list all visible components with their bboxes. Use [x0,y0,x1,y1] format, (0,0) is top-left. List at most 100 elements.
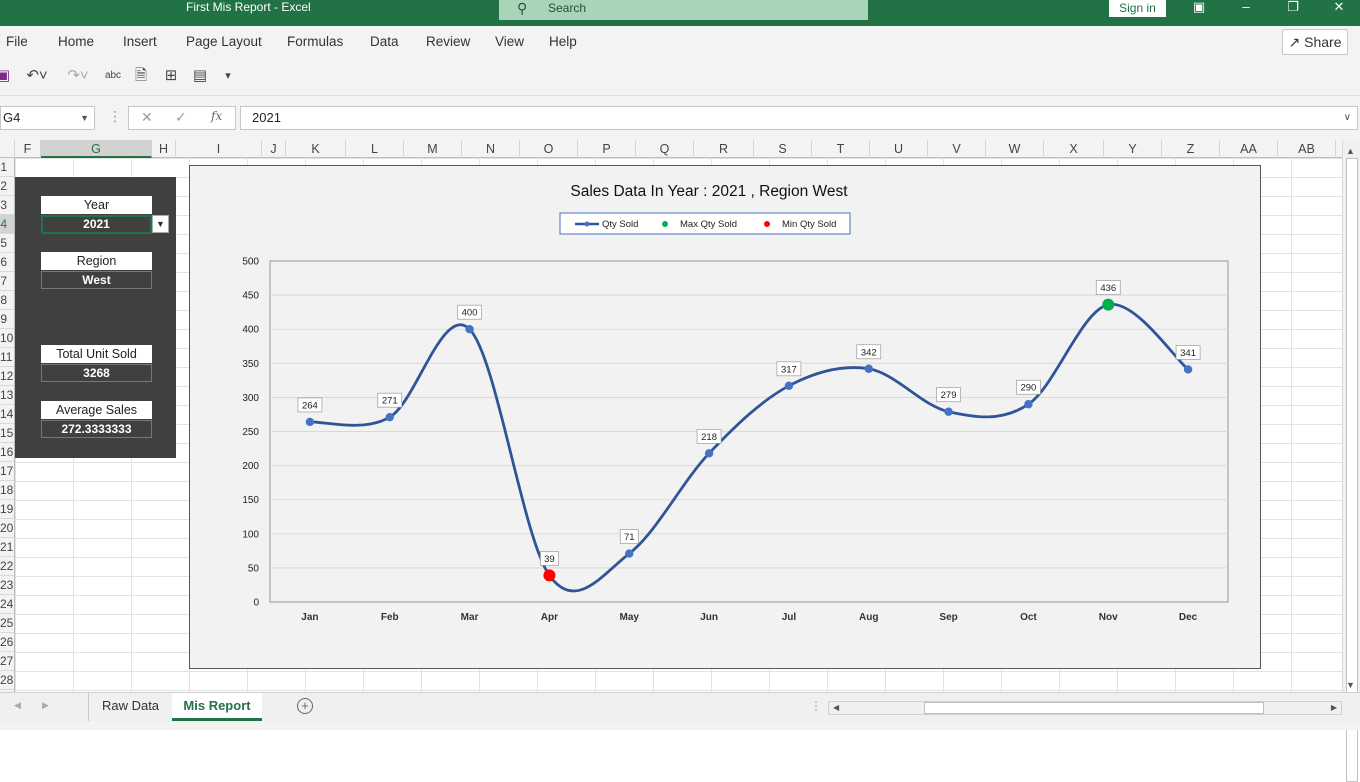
next-sheet-icon[interactable]: ▶ [42,700,49,711]
tab-page-layout[interactable]: Page Layout [186,34,262,49]
column-header[interactable]: K [286,140,346,158]
vertical-scrollbar[interactable]: ▲ ▼ [1342,140,1360,782]
expand-formula-icon[interactable]: ∨ [1344,107,1351,129]
tab-home[interactable]: Home [58,34,94,49]
column-header[interactable]: AB [1278,140,1336,158]
tab-formulas[interactable]: Formulas [287,34,343,49]
column-header[interactable]: N [462,140,520,158]
column-header[interactable]: F [15,140,41,158]
redo-icon[interactable]: ↷˅ [63,66,93,86]
scroll-left-icon[interactable]: ◀ [833,703,839,712]
borders-icon[interactable]: ⊞ [162,66,180,86]
search-box[interactable]: ⚲ Search [499,0,868,20]
tab-insert[interactable]: Insert [123,34,157,49]
name-box[interactable]: G4 ▼ [0,106,95,130]
column-header[interactable]: W [986,140,1044,158]
sheet-tab-mis-report[interactable]: Mis Report [172,693,262,721]
column-header[interactable]: Q [636,140,694,158]
region-value-cell[interactable]: West [41,271,152,289]
row-header[interactable]: 28 [0,671,14,690]
sign-in-button[interactable]: Sign in [1109,0,1166,17]
row-header[interactable]: 4 [0,215,14,234]
row-header[interactable]: 12 [0,367,14,386]
tab-data[interactable]: Data [370,34,399,49]
customize-toolbar-icon[interactable]: ▾ [222,66,234,86]
average-sales-value[interactable]: 272.3333333 [41,420,152,438]
column-header[interactable]: G [41,140,152,158]
restore-icon[interactable]: ❐ [1282,0,1304,16]
row-header[interactable]: 23 [0,576,14,595]
row-header[interactable]: 21 [0,538,14,557]
row-header[interactable]: 8 [0,291,14,310]
row-header[interactable]: 20 [0,519,14,538]
column-header[interactable]: O [520,140,578,158]
ribbon-display-icon[interactable]: ▣ [1188,0,1210,16]
row-header[interactable]: 13 [0,386,14,405]
column-header[interactable]: J [262,140,286,158]
column-header[interactable]: S [754,140,812,158]
column-header[interactable]: I [176,140,262,158]
year-value-cell[interactable]: 2021 [41,215,152,234]
row-header[interactable]: 24 [0,595,14,614]
horizontal-scrollbar[interactable]: ◀ ▶ [828,701,1342,715]
row-header[interactable]: 1 [0,158,14,177]
tab-file[interactable]: File [6,34,28,49]
tab-review[interactable]: Review [426,34,470,49]
sheet-tab-raw-data[interactable]: Raw Data [88,693,172,721]
column-header[interactable]: P [578,140,636,158]
tab-split-icon[interactable]: ⋮ [810,699,822,713]
tab-help[interactable]: Help [549,34,577,49]
column-header[interactable]: Z [1162,140,1220,158]
row-header[interactable]: 22 [0,557,14,576]
column-header[interactable]: R [694,140,754,158]
save-icon[interactable]: ▣ [0,66,10,86]
row-header[interactable]: 18 [0,481,14,500]
scroll-thumb[interactable] [924,702,1264,714]
insert-function-icon[interactable]: fx [211,109,222,123]
row-header[interactable]: 14 [0,405,14,424]
row-header[interactable]: 10 [0,329,14,348]
scroll-up-icon[interactable]: ▲ [1346,146,1355,156]
row-header[interactable]: 17 [0,462,14,481]
row-header[interactable]: 25 [0,614,14,633]
column-header[interactable]: V [928,140,986,158]
column-header[interactable]: L [346,140,404,158]
share-button[interactable]: ↗ Share [1282,29,1348,55]
undo-icon[interactable]: ↶˅ [24,66,50,86]
cancel-icon[interactable]: ✕ [141,109,153,126]
row-header[interactable]: 7 [0,272,14,291]
scroll-right-icon[interactable]: ▶ [1331,703,1337,712]
row-header[interactable]: 5 [0,234,14,253]
row-header[interactable]: 27 [0,652,14,671]
row-header[interactable]: 16 [0,443,14,462]
row-header[interactable]: 19 [0,500,14,519]
row-header[interactable]: 9 [0,310,14,329]
close-icon[interactable]: ✕ [1328,0,1350,16]
minimize-icon[interactable]: – [1235,0,1257,16]
column-header[interactable]: X [1044,140,1104,158]
tab-view[interactable]: View [495,34,524,49]
chevron-down-icon[interactable]: ▼ [80,107,89,129]
enter-icon[interactable]: ✓ [175,109,187,126]
chevron-down-icon[interactable]: ▼ [152,215,169,233]
column-header[interactable]: H [152,140,176,158]
column-header[interactable]: U [870,140,928,158]
row-header[interactable]: 26 [0,633,14,652]
row-header[interactable]: 2 [0,177,14,196]
column-header[interactable]: AA [1220,140,1278,158]
form-icon[interactable]: ▤ [190,66,210,86]
prev-sheet-icon[interactable]: ◀ [14,700,21,711]
sales-chart[interactable]: Sales Data In Year : 2021 , Region West Q… [189,165,1261,669]
formula-input[interactable]: 2021 ∨ [240,106,1358,130]
row-header[interactable]: 15 [0,424,14,443]
row-header[interactable]: 6 [0,253,14,272]
column-header[interactable]: T [812,140,870,158]
total-unit-sold-value[interactable]: 3268 [41,364,152,382]
add-sheet-icon[interactable]: + [297,698,313,714]
spelling-icon[interactable]: abc [104,66,122,86]
column-header[interactable]: Y [1104,140,1162,158]
select-all-corner[interactable] [0,140,15,158]
column-header[interactable]: M [404,140,462,158]
scroll-down-icon[interactable]: ▼ [1346,680,1355,690]
new-document-icon[interactable]: 🗎 [133,66,149,86]
